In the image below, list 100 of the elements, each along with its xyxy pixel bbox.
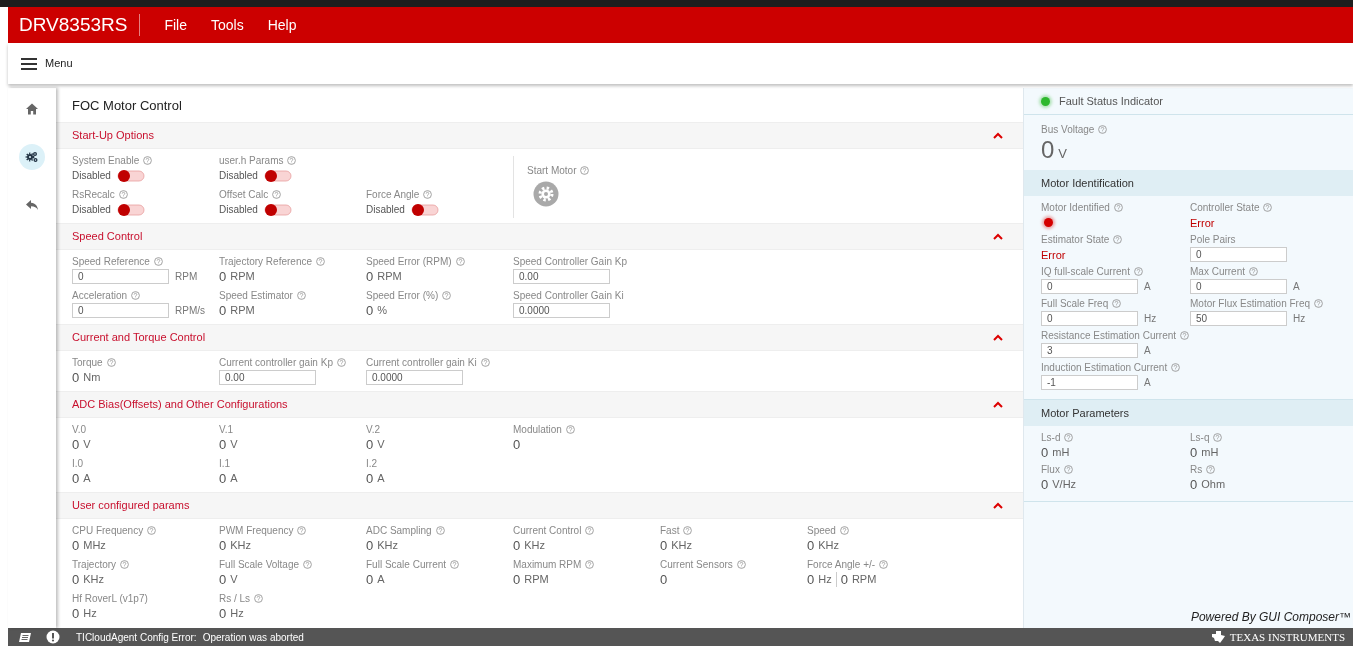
help-icon[interactable]: [450, 560, 460, 569]
help-icon[interactable]: [1249, 267, 1258, 276]
help-icon[interactable]: [585, 560, 595, 569]
help-icon[interactable]: [1213, 433, 1223, 442]
help-icon[interactable]: [1133, 267, 1143, 276]
value-text: 0: [513, 537, 521, 554]
help-icon[interactable]: [1064, 433, 1074, 442]
value-text: 0: [660, 537, 668, 554]
help-icon[interactable]: [442, 291, 452, 300]
menu-item[interactable]: Tools: [211, 14, 244, 36]
help-icon[interactable]: [316, 257, 325, 266]
input-field[interactable]: 0: [1041, 311, 1138, 326]
help-icon[interactable]: [1063, 465, 1073, 474]
input-field[interactable]: 0: [72, 303, 169, 318]
field-label: Rs / Ls: [219, 592, 251, 605]
help-icon[interactable]: [287, 156, 297, 165]
field-label: Induction Estimation Current: [1041, 361, 1168, 374]
help-icon[interactable]: [254, 594, 264, 603]
input-field[interactable]: 0: [1190, 279, 1287, 294]
help-icon[interactable]: [1112, 299, 1122, 308]
help-icon[interactable]: [480, 358, 490, 367]
help-icon[interactable]: [1180, 331, 1190, 340]
toggle-switch[interactable]: [263, 168, 292, 183]
help-icon[interactable]: [120, 560, 130, 569]
input-field[interactable]: 3: [1041, 343, 1138, 358]
value-text: 0: [366, 302, 374, 319]
toggle-switch[interactable]: [116, 168, 145, 183]
help-icon[interactable]: [565, 425, 575, 434]
help-icon[interactable]: [1098, 125, 1108, 134]
field-label: System Enable: [72, 154, 140, 167]
unit-label: V: [83, 437, 91, 453]
help-icon[interactable]: [1171, 363, 1181, 372]
help-icon[interactable]: [1206, 465, 1216, 474]
chevron-up-icon: [993, 233, 1003, 240]
input-field[interactable]: -1: [1041, 375, 1138, 390]
help-icon[interactable]: [683, 526, 693, 535]
field-label: Maximum RPM: [513, 558, 582, 571]
help-icon[interactable]: [1314, 299, 1324, 308]
toggle-switch[interactable]: [410, 202, 439, 217]
help-icon[interactable]: [1113, 235, 1123, 244]
unit-label: V: [230, 572, 238, 588]
field-label: Full Scale Current: [366, 558, 447, 571]
field-label: V.2: [366, 423, 381, 436]
collapse-button[interactable]: [993, 132, 1003, 139]
help-icon[interactable]: [455, 257, 465, 266]
toggle-switch[interactable]: [116, 202, 145, 217]
help-icon[interactable]: [297, 526, 307, 535]
help-icon[interactable]: [296, 291, 306, 300]
help-icon[interactable]: [585, 526, 595, 535]
input-field[interactable]: 0.00: [513, 269, 610, 284]
field-label: I.1: [219, 457, 231, 470]
input-field[interactable]: 0: [1190, 247, 1287, 262]
value-text: 0: [366, 470, 374, 487]
input-field[interactable]: 0: [1041, 279, 1138, 294]
field-label: Flux: [1041, 463, 1060, 476]
help-icon[interactable]: [435, 526, 445, 535]
alert-icon[interactable]: [46, 630, 60, 644]
menu-button[interactable]: Menu: [21, 55, 73, 72]
help-icon[interactable]: [736, 560, 746, 569]
menu-item[interactable]: File: [164, 14, 187, 36]
collapse-button[interactable]: [993, 502, 1003, 509]
toggle-switch[interactable]: [263, 202, 292, 217]
collapse-button[interactable]: [993, 233, 1003, 240]
help-icon[interactable]: [131, 291, 141, 300]
field-label: Resistance Estimation Current: [1041, 329, 1177, 342]
unit-label: V/Hz: [1052, 477, 1077, 493]
field-label: Estimator State: [1041, 233, 1110, 246]
field-label: I.0: [72, 457, 84, 470]
help-icon[interactable]: [153, 257, 163, 266]
input-field[interactable]: 50: [1190, 311, 1287, 326]
input-field[interactable]: 0.0000: [366, 370, 463, 385]
unit-label: V: [230, 437, 238, 453]
help-icon[interactable]: [1113, 203, 1123, 212]
help-icon[interactable]: [1263, 203, 1273, 212]
help-icon[interactable]: [879, 560, 889, 569]
help-icon[interactable]: [423, 190, 433, 199]
menu-item[interactable]: Help: [267, 14, 297, 36]
help-icon[interactable]: [336, 358, 346, 367]
section-title: Speed Control: [72, 229, 143, 245]
help-icon[interactable]: [147, 526, 157, 535]
help-icon[interactable]: [580, 166, 590, 175]
help-icon[interactable]: [118, 190, 128, 199]
unit-label: RPM: [175, 270, 198, 284]
help-icon[interactable]: [839, 526, 849, 535]
field-label: Speed Controller Gain Kp: [513, 255, 627, 268]
help-icon[interactable]: [143, 156, 153, 165]
value-text: 0: [513, 436, 521, 453]
input-field[interactable]: 0.00: [219, 370, 316, 385]
collapse-button[interactable]: [993, 334, 1003, 341]
input-field[interactable]: 0: [72, 269, 169, 284]
unit-label: Hz: [230, 606, 244, 622]
unit-label: A: [230, 471, 238, 487]
help-icon[interactable]: [272, 190, 282, 199]
help-icon[interactable]: [303, 560, 313, 569]
book-icon[interactable]: [18, 631, 32, 643]
collapse-button[interactable]: [993, 401, 1003, 408]
input-field[interactable]: 0.0000: [513, 303, 610, 318]
nav-rail-button[interactable]: [19, 144, 45, 170]
start-motor-button[interactable]: [533, 181, 559, 207]
help-icon[interactable]: [106, 358, 116, 367]
